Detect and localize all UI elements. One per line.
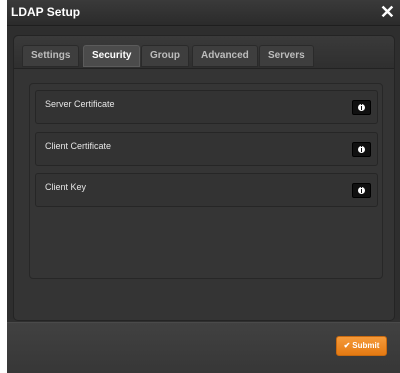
tab-advanced[interactable]: Advanced xyxy=(192,45,258,67)
client-certificate-info-button[interactable] xyxy=(352,142,371,157)
client-key-row: Client Key xyxy=(35,173,378,207)
dialog-title: LDAP Setup xyxy=(11,5,81,19)
tab-group[interactable]: Group xyxy=(141,45,189,67)
server-certificate-row: Server Certificate xyxy=(35,90,378,124)
dialog-footer: ✔ Submit xyxy=(7,322,400,373)
submit-label: Submit xyxy=(352,341,380,350)
tab-panel: Settings Security Group Advanced Servers… xyxy=(13,35,395,321)
client-key-label: Client Key xyxy=(45,182,87,192)
security-pane: Server Certificate Client Certificate Cl… xyxy=(29,83,383,279)
ldap-setup-dialog: LDAP Setup ✕ Settings Security Group Adv… xyxy=(7,0,400,373)
dialog-content: Settings Security Group Advanced Servers… xyxy=(7,27,400,321)
client-certificate-label: Client Certificate xyxy=(45,141,112,151)
server-certificate-label: Server Certificate xyxy=(45,99,115,109)
check-icon: ✔ xyxy=(343,341,351,350)
tab-servers[interactable]: Servers xyxy=(259,45,314,67)
client-certificate-row: Client Certificate xyxy=(35,132,378,166)
client-key-info-button[interactable] xyxy=(352,183,371,198)
info-icon xyxy=(358,187,365,194)
server-certificate-info-button[interactable] xyxy=(352,100,371,115)
tab-bar: Settings Security Group Advanced Servers xyxy=(14,36,394,69)
close-icon[interactable]: ✕ xyxy=(380,1,395,23)
info-icon xyxy=(358,104,365,111)
submit-button[interactable]: ✔ Submit xyxy=(336,336,387,356)
tab-security[interactable]: Security xyxy=(83,45,141,67)
info-icon xyxy=(358,146,365,153)
tab-settings[interactable]: Settings xyxy=(22,45,80,67)
title-bar: LDAP Setup ✕ xyxy=(7,0,400,26)
